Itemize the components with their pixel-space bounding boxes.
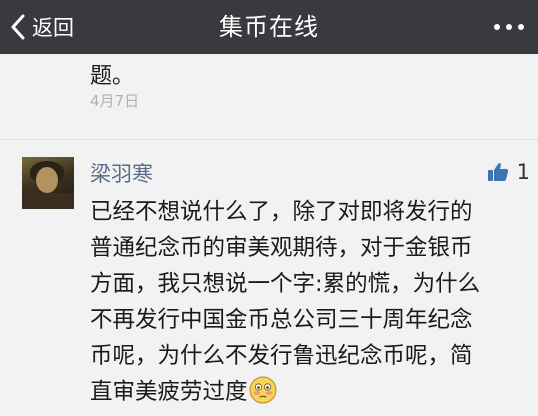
dot-icon <box>494 24 500 30</box>
avatar[interactable] <box>22 157 74 209</box>
avatar-shade <box>22 193 74 209</box>
previous-comment-date: 4月7日 <box>90 92 140 110</box>
comment-username[interactable]: 梁羽寒 <box>90 158 153 188</box>
comment-line: 币呢，为什么不发行鲁迅纪念币呢，简 <box>90 343 473 369</box>
comment-line: 直审美疲劳过度 <box>90 379 248 405</box>
comment-line: 已经不想说什么了，除了对即将发行的 <box>90 199 473 225</box>
dot-icon <box>518 24 524 30</box>
comment-line: 不再发行中国金币总公司三十周年纪念 <box>90 307 473 333</box>
flushed-face-emoji-icon <box>249 376 277 404</box>
more-options-button[interactable] <box>494 18 524 36</box>
comment-divider <box>0 139 538 140</box>
like-button[interactable]: 1 <box>487 160 530 184</box>
like-count: 1 <box>516 160 530 184</box>
top-nav-bar: 返回 集币在线 <box>0 0 538 54</box>
page-title: 集币在线 <box>219 13 319 41</box>
comment-body: 已经不想说什么了，除了对即将发行的 普通纪念币的审美观期待，对于金银币 方面，我… <box>90 194 530 410</box>
comment-line: 普通纪念币的审美观期待，对于金银币 <box>90 235 473 261</box>
thumbs-up-icon <box>487 163 508 181</box>
comment-last-line: 直审美疲劳过度 <box>90 374 530 410</box>
comment-line: 方面，我只想说一个字:累的慌，为什么 <box>90 271 481 297</box>
avatar-face <box>36 167 58 193</box>
previous-comment-text: 题。 <box>90 64 135 89</box>
dot-icon <box>506 24 512 30</box>
